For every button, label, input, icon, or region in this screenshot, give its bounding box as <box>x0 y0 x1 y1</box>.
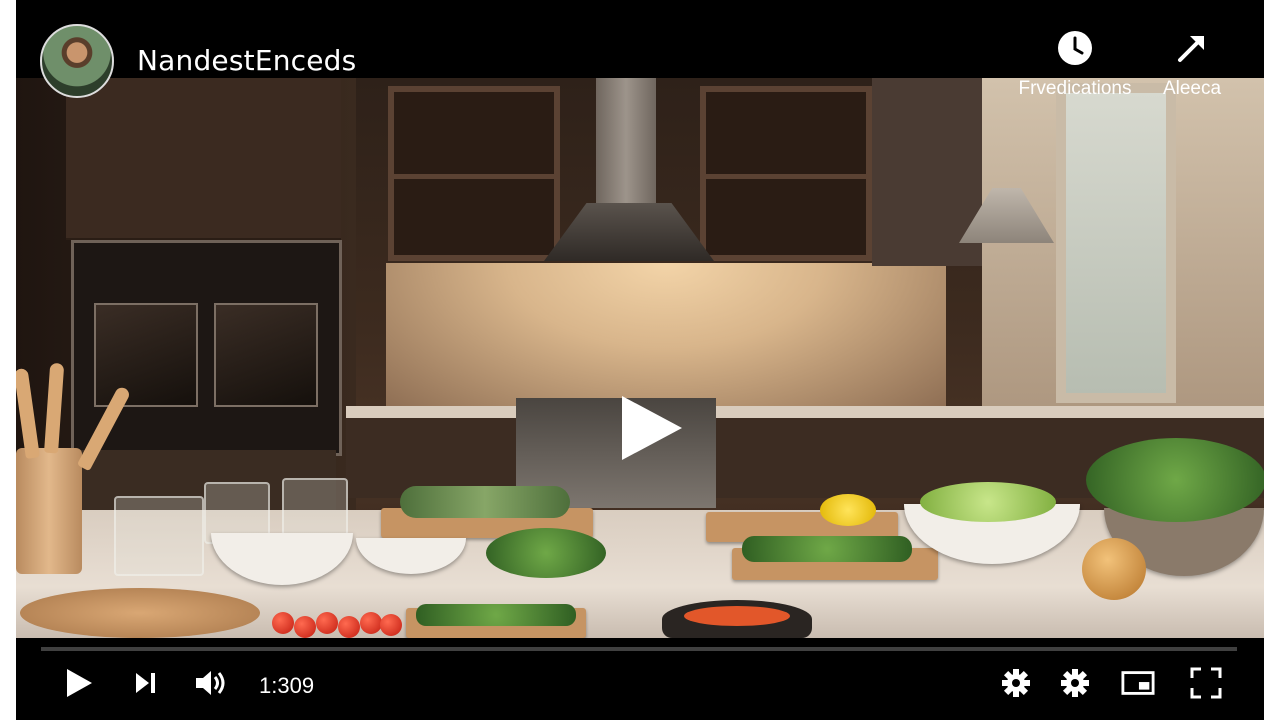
top-action-watch-later[interactable]: Frvedications <box>1010 30 1140 100</box>
upper-cabinet <box>66 78 341 240</box>
lemon <box>820 494 876 526</box>
miniplayer-button[interactable] <box>1121 666 1155 700</box>
video-frame[interactable] <box>16 78 1264 638</box>
settings-button[interactable] <box>999 666 1033 700</box>
tomato <box>272 612 294 634</box>
settings-icon <box>1061 669 1089 697</box>
next-button[interactable] <box>129 666 163 700</box>
back-countertop <box>346 406 1264 418</box>
utensil-jar <box>16 448 82 574</box>
wooden-plate <box>20 588 260 638</box>
quality-settings-button[interactable] <box>1058 666 1092 700</box>
backsplash <box>386 263 946 413</box>
big-play-button[interactable] <box>622 396 682 460</box>
clock-icon <box>1058 31 1092 65</box>
top-action-label: Aleeca <box>1162 78 1222 99</box>
kale <box>1086 438 1264 522</box>
top-action-label: Frvedications <box>1018 78 1132 99</box>
next-icon <box>136 673 155 693</box>
fullscreen-icon <box>1190 667 1222 699</box>
control-bar: 1:309 <box>16 638 1264 720</box>
onion <box>1082 538 1146 600</box>
time-display: 1:309 <box>259 673 315 698</box>
video-player[interactable]: NandestEnceds Frvedications Aleeca 1:309 <box>16 0 1264 720</box>
open-shelf <box>388 86 560 261</box>
tomato <box>294 616 316 638</box>
volume-icon <box>196 671 225 695</box>
share-arrow-icon <box>1178 36 1204 62</box>
diced-carrots <box>684 606 790 626</box>
settings-icon <box>1002 669 1030 697</box>
tomato <box>380 614 402 636</box>
play-button[interactable] <box>62 666 96 700</box>
green-beans <box>416 604 576 626</box>
miniplayer-icon <box>1121 671 1155 695</box>
lettuce <box>920 482 1056 522</box>
green-beans <box>742 536 912 562</box>
herbs <box>486 528 606 578</box>
vegetable <box>400 486 570 518</box>
open-shelf <box>700 86 872 261</box>
play-icon <box>67 669 92 697</box>
oven-window <box>94 303 198 407</box>
fullscreen-button[interactable] <box>1189 666 1223 700</box>
glass-bowl <box>114 496 204 576</box>
progress-bar[interactable] <box>41 647 1237 651</box>
tomato <box>360 612 382 634</box>
channel-name[interactable]: NandestEnceds <box>137 44 356 77</box>
volume-button[interactable] <box>194 666 228 700</box>
top-action-share[interactable]: Aleeca <box>1152 30 1232 100</box>
drinking-glass <box>282 478 348 536</box>
channel-avatar[interactable] <box>40 24 114 98</box>
oven-window <box>214 303 318 407</box>
range-hood <box>596 78 656 208</box>
tomato <box>338 616 360 638</box>
tomato <box>316 612 338 634</box>
range-hood-base <box>544 203 714 261</box>
kitchen-window <box>1056 83 1176 403</box>
